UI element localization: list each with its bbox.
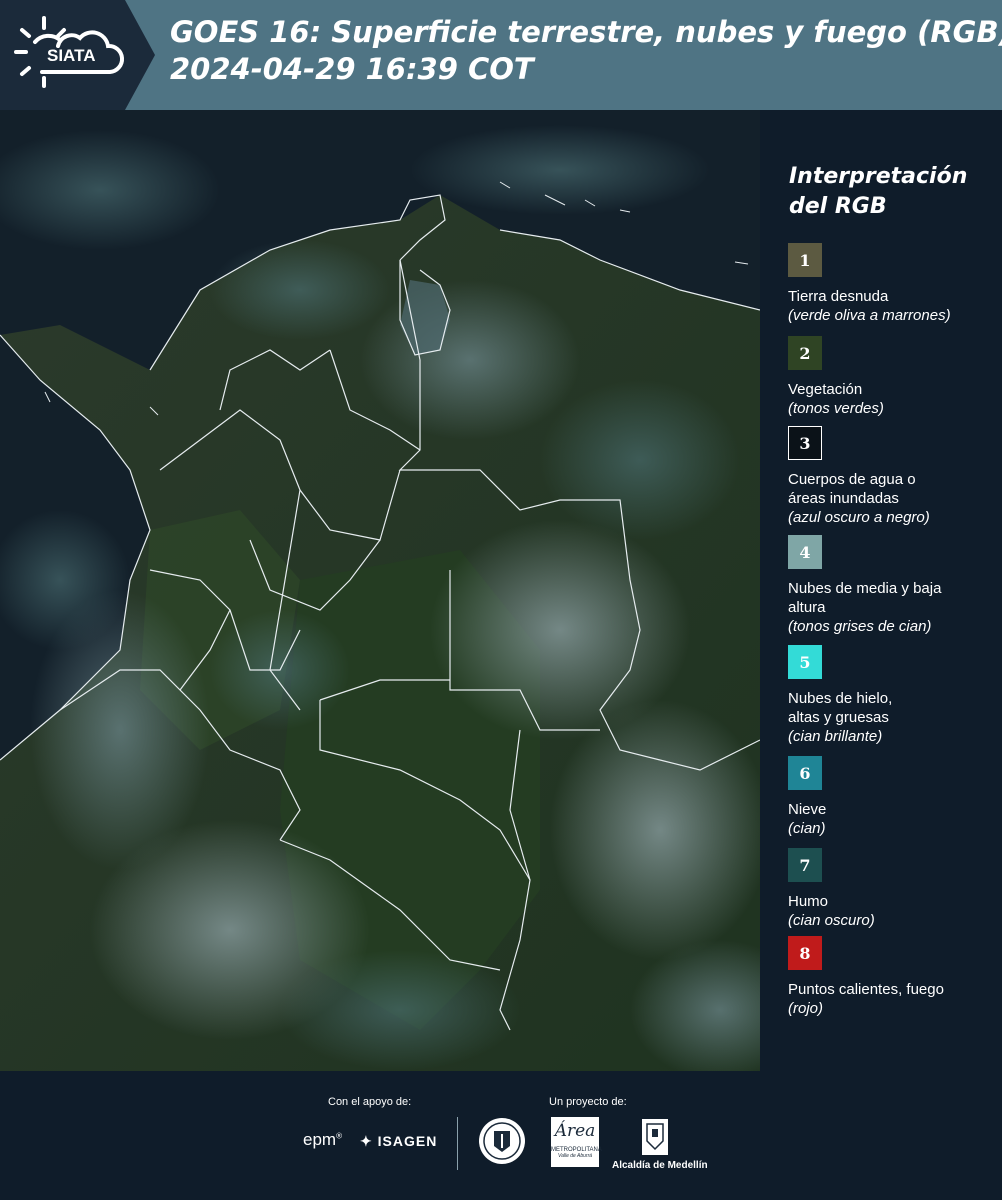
legend-label: Puntos calientes, fuego	[788, 981, 944, 998]
legend-sublabel: (cian)	[788, 820, 826, 837]
legend-sublabel: (cian oscuro)	[788, 912, 875, 929]
legend-panel: Interpretación del RGB 1 Tierra desnuda (v…	[760, 110, 1002, 1071]
legend-title-line-2: del RGB	[789, 194, 887, 219]
legend-swatch: 3	[788, 426, 822, 460]
footer-divider	[457, 1117, 458, 1170]
area-metropolitana-logo: Área METROPOLITANA Valle de Aburrá	[551, 1117, 602, 1167]
legend-item: 5 Nubes de hielo, altas y gruesas (cian br…	[788, 645, 1002, 746]
project-caption: Un proyecto de:	[549, 1096, 627, 1108]
legend-label: Nieve	[788, 801, 827, 818]
legend-swatch: 2	[788, 336, 822, 370]
legend-swatch: 1	[788, 243, 822, 277]
legend-label: Tierra desnuda	[788, 288, 889, 305]
legend-swatch: 5	[788, 645, 822, 679]
legend-swatch: 6	[788, 756, 822, 790]
area-logo-sub2: Valle de Aburrá	[557, 1153, 593, 1159]
university-seal-icon	[479, 1118, 525, 1164]
alcaldia-text: Alcaldía de Medellín	[612, 1160, 708, 1171]
satellite-rgb-image	[0, 110, 760, 1071]
legend-label: Humo	[788, 893, 829, 910]
legend-sublabel: (verde oliva a marrones)	[788, 307, 951, 324]
legend-swatch: 7	[788, 848, 822, 882]
legend-label: Vegetación	[788, 381, 863, 398]
legend-item: 2 Vegetación (tonos verdes)	[788, 336, 1002, 418]
legend-sublabel: (azul oscuro a negro)	[788, 509, 930, 526]
legend-sublabel: (tonos verdes)	[788, 400, 884, 417]
siata-logo: SIATA	[0, 0, 155, 110]
legend-sublabel: (cian brillante)	[788, 728, 883, 745]
support-caption: Con el apoyo de:	[328, 1096, 412, 1108]
epm-logo-text: epm	[303, 1130, 337, 1149]
logo-text: SIATA	[47, 46, 95, 65]
satellite-map[interactable]	[0, 110, 760, 1071]
legend-item: 4 Nubes de media y baja altura (tonos gris…	[788, 535, 1002, 636]
legend-swatch: 4	[788, 535, 822, 569]
title-line-1: GOES 16: Superficie terrestre, nubes y f…	[170, 15, 1002, 49]
legend-sublabel: (tonos grises de cian)	[788, 618, 932, 635]
legend-label: Cuerpos de agua o áreas inundadas	[788, 471, 916, 507]
legend-item: 1 Tierra desnuda (verde oliva a marrones)	[788, 243, 1002, 325]
footer-bar: Con el apoyo de: Un proyecto de: epm® ✦ …	[0, 1071, 1002, 1200]
area-logo-word: Área	[554, 1121, 596, 1141]
legend-item: 6 Nieve (cian)	[788, 756, 1002, 838]
legend-item: 8 Puntos calientes, fuego (rojo)	[788, 936, 1002, 1018]
legend-sublabel: (rojo)	[788, 1000, 824, 1017]
isagen-logo: ✦ ISAGEN	[360, 1133, 437, 1150]
medellin-coat-of-arms-icon	[642, 1119, 668, 1155]
legend-label: Nubes de media y baja altura	[788, 580, 942, 616]
header-bar: SIATA GOES 16: Superficie terrestre, nub…	[0, 0, 1002, 110]
legend-label: Nubes de hielo, altas y gruesas	[788, 690, 893, 726]
page-title: GOES 16: Superficie terrestre, nubes y f…	[170, 14, 1002, 88]
legend-title-line-1: Interpretación	[789, 164, 968, 189]
legend-item: 7 Humo (cian oscuro)	[788, 848, 1002, 930]
legend-swatch: 8	[788, 936, 822, 970]
isagen-mark-icon: ✦	[360, 1133, 373, 1149]
epm-logo: epm®	[303, 1130, 342, 1149]
legend-item: 3 Cuerpos de agua o áreas inundadas (azul …	[788, 426, 1002, 527]
title-line-2: 2024-04-29 16:39 COT	[170, 52, 534, 86]
legend-title: Interpretación del RGB	[789, 162, 967, 222]
isagen-logo-text: ISAGEN	[377, 1133, 438, 1149]
